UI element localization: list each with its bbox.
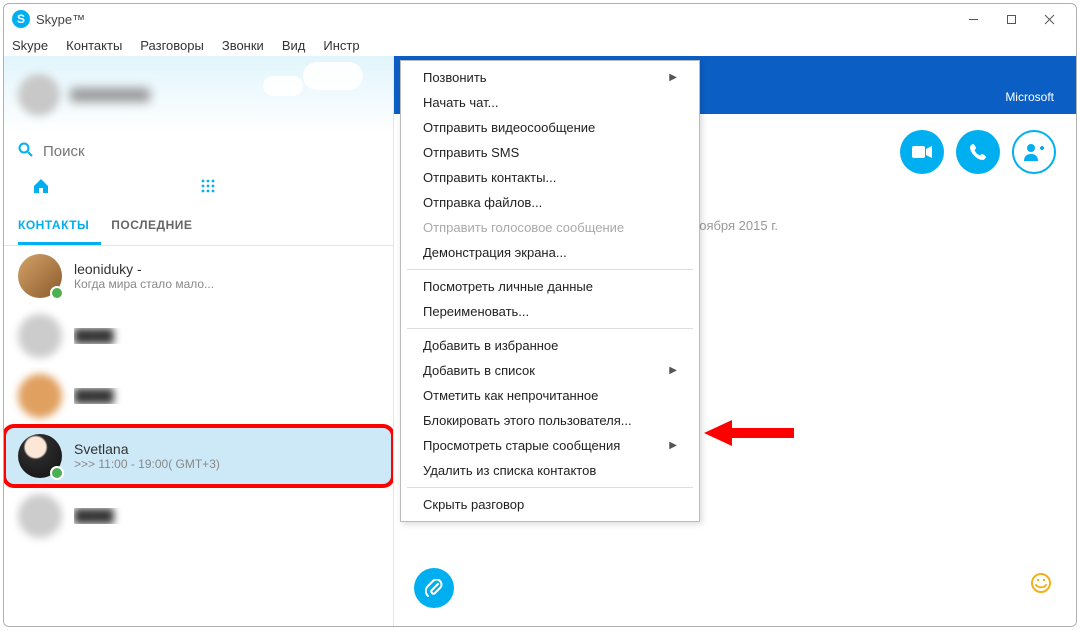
contact-name: ████ [74,328,379,344]
menu-contacts[interactable]: Контакты [66,38,122,53]
annotation-arrow-icon [704,418,794,448]
menu-item-add-favorite[interactable]: Добавить в избранное [401,333,699,358]
menu-item-send-files[interactable]: Отправка файлов... [401,190,699,215]
search-row [4,134,393,171]
avatar [18,254,62,298]
sidebar-tabs: КОНТАКТЫ ПОСЛЕДНИЕ [4,210,393,246]
avatar [18,314,62,358]
menu-item-add-list[interactable]: Добавить в список▶ [401,358,699,383]
menu-item-screen-share[interactable]: Демонстрация экрана... [401,240,699,265]
microsoft-label: Microsoft [1005,90,1054,104]
profile-area[interactable] [4,56,393,134]
add-contact-button[interactable] [1012,130,1056,174]
menu-item-remove-contact[interactable]: Удалить из списка контактов [401,458,699,483]
audio-call-button[interactable] [956,130,1000,174]
menu-item-send-voice: Отправить голосовое сообщение [401,215,699,240]
own-name [70,88,150,102]
menu-view[interactable]: Вид [282,38,306,53]
menu-separator [407,269,693,270]
contact-row[interactable]: ████ [4,486,393,546]
contact-status: Когда мира стало мало... [74,277,379,291]
video-icon [912,145,932,159]
contact-row-selected[interactable]: Svetlana >>> 11:00 - 19:00( GMT+3) [4,426,393,486]
minimize-icon [968,14,979,25]
menu-separator [407,487,693,488]
contact-name: Svetlana [74,441,379,457]
menu-bar: Skype Контакты Разговоры Звонки Вид Инст… [4,34,1076,56]
contact-status: >>> 11:00 - 19:00( GMT+3) [74,457,379,471]
avatar [18,494,62,538]
add-person-icon [1023,143,1045,161]
avatar [18,374,62,418]
maximize-button[interactable] [992,5,1030,33]
submenu-arrow-icon: ▶ [669,365,677,376]
menu-item-send-contacts[interactable]: Отправить контакты... [401,165,699,190]
menu-item-rename[interactable]: Переименовать... [401,299,699,324]
minimize-button[interactable] [954,5,992,33]
menu-item-block-user[interactable]: Блокировать этого пользователя... [401,408,699,433]
contact-row[interactable]: ████ [4,366,393,426]
contact-list: leoniduky - Когда мира стало мало... ███… [4,246,393,626]
contact-row[interactable]: leoniduky - Когда мира стало мало... [4,246,393,306]
skype-logo-icon: S [12,10,30,28]
close-button[interactable] [1030,5,1068,33]
menu-item-hide-conversation[interactable]: Скрыть разговор [401,492,699,517]
window-title: Skype™ [36,12,85,27]
emoji-button[interactable] [1030,572,1052,600]
sidebar-nav [4,171,393,210]
status-online-icon [50,466,64,480]
paperclip-icon [425,579,443,597]
menu-item-send-video[interactable]: Отправить видеосообщение [401,115,699,140]
context-menu: Позвонить▶ Начать чат... Отправить видео… [400,60,700,522]
menu-item-call[interactable]: Позвонить▶ [401,65,699,90]
menu-item-view-profile[interactable]: Посмотреть личные данные [401,274,699,299]
menu-separator [407,328,693,329]
submenu-arrow-icon: ▶ [669,440,677,451]
title-bar: S Skype™ [4,4,1076,34]
avatar [18,434,62,478]
status-online-icon [50,286,64,300]
contact-row[interactable]: ████ [4,306,393,366]
submenu-arrow-icon: ▶ [669,72,677,83]
contact-name: ████ [74,388,379,404]
own-avatar [18,74,60,116]
chat-input-area [394,558,1076,618]
cloud-decoration [263,76,303,96]
app-window: S Skype™ Skype Контакты Разговоры Звонки… [3,3,1077,627]
menu-item-mark-unread[interactable]: Отметить как непрочитанное [401,383,699,408]
close-icon [1044,14,1055,25]
sidebar: КОНТАКТЫ ПОСЛЕДНИЕ leoniduky - Когда мир… [4,56,394,626]
menu-item-send-sms[interactable]: Отправить SMS [401,140,699,165]
contact-name: leoniduky - [74,261,379,277]
attach-button[interactable] [414,568,454,608]
menu-item-start-chat[interactable]: Начать чат... [401,90,699,115]
menu-conversations[interactable]: Разговоры [140,38,204,53]
menu-skype[interactable]: Skype [12,38,48,53]
video-call-button[interactable] [900,130,944,174]
search-icon [18,142,33,161]
smiley-icon [1030,572,1052,594]
search-input[interactable] [43,143,379,160]
cloud-decoration [303,62,363,90]
maximize-icon [1006,14,1017,25]
menu-item-view-old-messages[interactable]: Просмотреть старые сообщения▶ [401,433,699,458]
contact-name: ████ [74,508,379,524]
phone-icon [969,143,987,161]
tab-contacts[interactable]: КОНТАКТЫ [18,210,101,245]
dialpad-icon[interactable] [200,178,216,199]
menu-calls[interactable]: Звонки [222,38,264,53]
menu-tools[interactable]: Инстр [323,38,359,53]
home-icon[interactable] [32,177,50,200]
tab-recent[interactable]: ПОСЛЕДНИЕ [111,210,204,245]
